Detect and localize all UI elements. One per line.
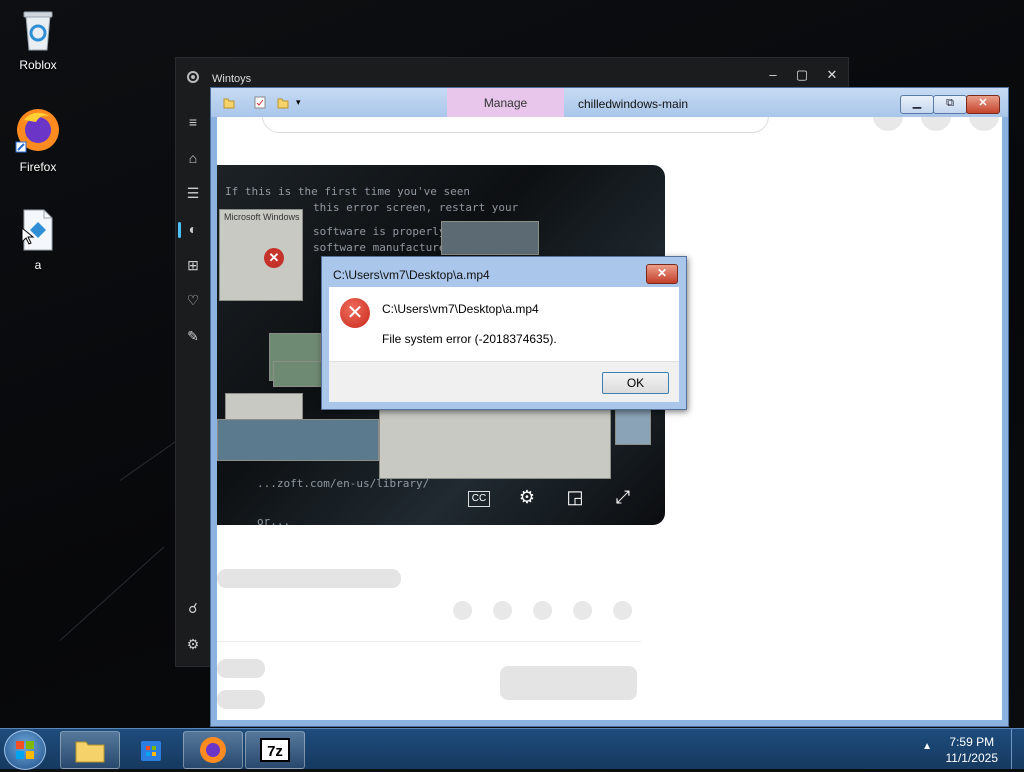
error-dialog: C:\Users\vm7\Desktop\a.mp4 ✕ ✕ C:\Users\… bbox=[321, 256, 687, 410]
notification-button[interactable] bbox=[921, 117, 951, 131]
explorer-title: chilledwindows-main bbox=[578, 97, 689, 111]
wintoys-titlebar[interactable]: Wintoys – ▢ ✕ bbox=[176, 58, 848, 88]
desktop-icon-firefox[interactable]: Firefox bbox=[3, 106, 73, 174]
taskbar-store[interactable] bbox=[121, 731, 181, 769]
start-button[interactable] bbox=[4, 730, 46, 770]
miniplayer-icon[interactable]: ◲ bbox=[563, 485, 587, 509]
desktop-icon-a[interactable]: a bbox=[3, 208, 73, 272]
captions-icon[interactable]: CC bbox=[468, 491, 490, 507]
taskbar-firefox[interactable] bbox=[183, 731, 243, 769]
maximize-button[interactable]: ▢ bbox=[787, 64, 817, 86]
account-button[interactable] bbox=[969, 117, 999, 131]
action-placeholder bbox=[533, 601, 552, 620]
video-panel bbox=[217, 419, 379, 461]
search-box[interactable] bbox=[262, 117, 769, 133]
minimize-button[interactable]: – bbox=[758, 64, 788, 86]
tips-icon[interactable]: ☌ bbox=[182, 597, 204, 619]
close-button[interactable]: ✕ bbox=[817, 64, 847, 86]
firefox-icon bbox=[200, 737, 226, 763]
7zip-icon: 7z bbox=[260, 738, 290, 762]
video-panel bbox=[615, 409, 651, 445]
wintoys-sidebar: ≡ ⌂ ☰ ◐ ⊞ ♡ ✎ ☌ ⚙ bbox=[176, 98, 210, 666]
video-text-line: or... bbox=[257, 515, 291, 525]
store-icon bbox=[141, 741, 161, 761]
panel-title: Microsoft Windows bbox=[224, 212, 300, 222]
apps-icon[interactable]: ☰ bbox=[182, 182, 204, 204]
firefox-icon bbox=[15, 109, 59, 153]
tab-manage[interactable]: Manage bbox=[447, 88, 564, 117]
settings-icon[interactable]: ⚙ bbox=[182, 633, 204, 655]
dialog-title: C:\Users\vm7\Desktop\a.mp4 bbox=[333, 268, 490, 282]
dialog-close-button[interactable]: ✕ bbox=[646, 264, 678, 284]
home-icon[interactable]: ⌂ bbox=[182, 147, 204, 169]
recycle-bin-icon bbox=[23, 11, 53, 51]
folder-icon[interactable] bbox=[223, 96, 235, 109]
clock-time: 7:59 PM bbox=[949, 735, 995, 749]
settings-gear-icon[interactable]: ⚙ bbox=[515, 485, 539, 509]
minimize-button[interactable]: ▁ bbox=[900, 95, 934, 114]
wintoys-title: Wintoys bbox=[212, 73, 252, 85]
action-placeholder bbox=[573, 601, 592, 620]
action-placeholder bbox=[493, 601, 512, 620]
error-icon: ✕ bbox=[340, 298, 370, 328]
new-folder-icon[interactable] bbox=[277, 96, 289, 109]
svg-text:7z: 7z bbox=[267, 743, 283, 760]
dialog-footer: OK bbox=[329, 361, 679, 402]
fullscreen-icon[interactable]: ⤢ bbox=[611, 485, 635, 509]
explorer-titlebar[interactable]: ▾ Manage chilledwindows-main ▁ ⧉ ✕ bbox=[211, 88, 1008, 117]
subscribe-placeholder bbox=[500, 666, 637, 700]
desktop-icon-label: a bbox=[34, 258, 42, 272]
file-explorer-icon bbox=[75, 741, 105, 763]
video-file-icon bbox=[21, 209, 53, 251]
close-button[interactable]: ✕ bbox=[966, 95, 1000, 114]
channel-placeholder bbox=[217, 690, 265, 709]
quick-access-dropdown-icon[interactable]: ▾ bbox=[296, 97, 301, 108]
tweaks-icon[interactable]: ◐ bbox=[182, 218, 204, 240]
video-panel: Microsoft Windows ✕ bbox=[219, 209, 303, 301]
desktop-icon-roblox[interactable]: Roblox bbox=[3, 8, 73, 72]
ok-button[interactable]: OK bbox=[602, 372, 669, 394]
show-hidden-icons[interactable]: ▲ bbox=[922, 741, 932, 752]
desktop-icon-label: Firefox bbox=[19, 160, 57, 174]
tools-icon[interactable]: ✎ bbox=[182, 325, 204, 347]
wintoys-app-icon bbox=[186, 70, 200, 87]
dialog-message: File system error (-2018374635). bbox=[382, 332, 557, 346]
action-placeholder bbox=[613, 601, 632, 620]
divider bbox=[217, 641, 641, 642]
restore-button[interactable]: ⧉ bbox=[933, 95, 967, 114]
video-panel bbox=[273, 361, 327, 387]
desktop-icon-label: Roblox bbox=[19, 58, 57, 72]
clock[interactable]: 7:59 PM 11/1/2025 bbox=[946, 734, 999, 766]
dialog-body: ✕ C:\Users\vm7\Desktop\a.mp4 File system… bbox=[329, 287, 679, 361]
dialog-file-path: C:\Users\vm7\Desktop\a.mp4 bbox=[382, 302, 539, 316]
avatar[interactable] bbox=[873, 117, 903, 131]
health-icon[interactable]: ♡ bbox=[182, 289, 204, 311]
menu-icon[interactable]: ≡ bbox=[182, 111, 204, 133]
title-placeholder bbox=[217, 569, 401, 588]
windows-logo-icon bbox=[16, 741, 34, 759]
clock-date: 11/1/2025 bbox=[945, 751, 999, 765]
video-text-line: this error screen, restart your bbox=[313, 201, 519, 214]
services-icon[interactable]: ⊞ bbox=[182, 254, 204, 276]
taskbar-file-explorer[interactable] bbox=[60, 731, 120, 769]
browser-content: If this is the first time you've seen th… bbox=[217, 117, 1002, 720]
selected-indicator bbox=[178, 222, 181, 238]
video-error-icon: ✕ bbox=[264, 248, 284, 268]
channel-placeholder bbox=[217, 659, 265, 678]
taskbar: 7z ▲ 7:59 PM 11/1/2025 bbox=[0, 728, 1024, 770]
show-desktop-button[interactable] bbox=[1011, 729, 1024, 769]
taskbar-7zip[interactable]: 7z bbox=[245, 731, 305, 769]
video-text-line: If this is the first time you've seen bbox=[225, 185, 471, 198]
action-placeholder bbox=[453, 601, 472, 620]
properties-icon[interactable] bbox=[254, 96, 266, 109]
video-panel bbox=[441, 221, 539, 255]
